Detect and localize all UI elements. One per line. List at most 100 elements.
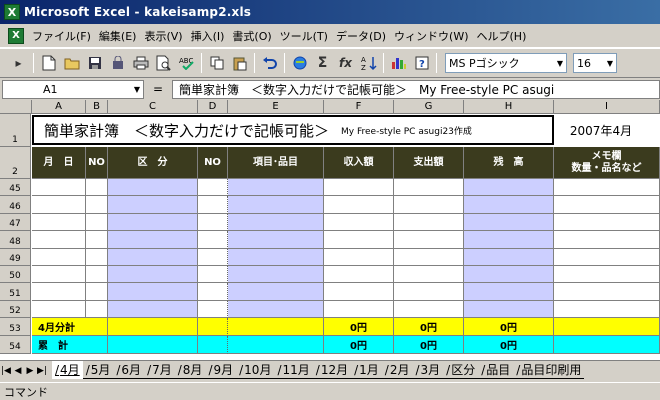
row-header[interactable]: 52 (0, 300, 31, 319)
name-box[interactable]: A1 ▼ (2, 79, 144, 99)
cumulative-balance[interactable]: 0円 (464, 336, 554, 354)
data-cell[interactable] (198, 179, 228, 197)
data-cell[interactable] (394, 231, 464, 249)
data-cell[interactable] (32, 265, 86, 284)
row-header[interactable]: 1 (0, 114, 31, 147)
row-header[interactable]: 45 (0, 179, 31, 197)
data-cell[interactable] (108, 231, 198, 249)
data-cell[interactable] (228, 179, 324, 197)
row-header[interactable]: 47 (0, 213, 31, 232)
header-no[interactable]: NO (86, 147, 108, 179)
data-cell[interactable] (108, 179, 198, 197)
data-cell[interactable] (464, 248, 554, 266)
column-header[interactable]: C (108, 100, 198, 114)
cumulative-income[interactable]: 0円 (324, 336, 394, 354)
data-cell[interactable] (32, 283, 86, 301)
data-cell[interactable] (108, 300, 198, 319)
cumulative-expense[interactable]: 0円 (394, 336, 464, 354)
data-cell[interactable] (198, 283, 228, 301)
month-total-cell[interactable] (108, 318, 198, 336)
run-macro-icon[interactable]: ▸ (8, 53, 29, 74)
sheet-title-cell[interactable]: 簡単家計簿 ＜数字入力だけで記帳可能＞ My Free-style PC asu… (32, 115, 554, 145)
month-total-memo[interactable] (554, 318, 660, 336)
column-header[interactable]: G (394, 100, 464, 114)
sheet-tab[interactable]: 11月 (274, 361, 313, 379)
data-cell[interactable] (32, 213, 86, 232)
sheet-tab[interactable]: 品目印刷用 (513, 361, 585, 379)
data-cell[interactable] (32, 300, 86, 319)
data-cell[interactable] (228, 300, 324, 319)
data-cell[interactable] (86, 248, 108, 266)
column-header[interactable]: D (198, 100, 228, 114)
sheet-tab[interactable]: 3月 (412, 361, 444, 379)
font-size-select[interactable]: 16 ▼ (573, 53, 617, 73)
row-header[interactable]: 48 (0, 231, 31, 249)
sort-icon[interactable]: AZ (358, 53, 379, 74)
data-cell[interactable] (464, 213, 554, 232)
menu-file[interactable]: ファイル(F) (28, 28, 95, 44)
data-cell[interactable] (554, 179, 660, 197)
data-cell[interactable] (198, 231, 228, 249)
row-header[interactable]: 51 (0, 283, 31, 301)
column-header[interactable]: E (228, 100, 324, 114)
select-all-corner[interactable] (0, 100, 32, 114)
new-icon[interactable] (38, 53, 59, 74)
data-cell[interactable] (394, 179, 464, 197)
hyperlink-icon[interactable] (289, 53, 310, 74)
column-header[interactable]: H (464, 100, 554, 114)
data-cell[interactable] (554, 283, 660, 301)
sheet-tab[interactable]: 12月 (312, 361, 352, 379)
data-cell[interactable] (198, 248, 228, 266)
menu-insert[interactable]: 挿入(I) (187, 28, 229, 44)
data-cell[interactable] (394, 196, 464, 214)
sheet-date[interactable]: 2007年4月 (556, 115, 646, 145)
header-category[interactable]: 区 分 (108, 147, 198, 179)
month-total-income[interactable]: 0円 (324, 318, 394, 336)
worksheet-grid[interactable]: A B C D E F G H I 1 簡単家計簿 ＜数字入力だけで記帳可能＞ … (0, 100, 660, 360)
header-balance[interactable]: 残 高 (464, 147, 554, 179)
font-name-select[interactable]: MS Pゴシック ▼ (445, 53, 567, 73)
data-cell[interactable] (394, 300, 464, 319)
column-header[interactable]: A (32, 100, 86, 114)
data-cell[interactable] (554, 213, 660, 232)
data-cell[interactable] (228, 248, 324, 266)
data-cell[interactable] (228, 283, 324, 301)
menu-format[interactable]: 書式(O) (228, 28, 275, 44)
data-cell[interactable] (324, 283, 394, 301)
chevron-down-icon[interactable]: ▼ (607, 59, 613, 68)
month-total-label[interactable]: 4月分計 (32, 318, 108, 336)
data-cell[interactable] (228, 213, 324, 232)
data-cell[interactable] (394, 213, 464, 232)
function-icon[interactable]: fx (335, 53, 356, 74)
chevron-down-icon[interactable]: ▼ (557, 59, 563, 68)
autosum-icon[interactable]: Σ (312, 53, 333, 74)
copy-icon[interactable] (206, 53, 227, 74)
save-icon[interactable] (84, 53, 105, 74)
header-no[interactable]: NO (198, 147, 228, 179)
data-cell[interactable] (228, 231, 324, 249)
header-memo[interactable]: メモ欄 数量・品名など (554, 147, 660, 179)
row-header[interactable]: 50 (0, 265, 31, 284)
permission-icon[interactable] (107, 53, 128, 74)
data-cell[interactable] (554, 196, 660, 214)
data-cell[interactable] (198, 196, 228, 214)
row-header[interactable]: 2 (0, 147, 31, 179)
first-sheet-icon[interactable]: |◀ (0, 363, 12, 379)
sheet-tab[interactable]: 9月 (205, 361, 237, 379)
month-total-balance[interactable]: 0円 (464, 318, 554, 336)
sheet-tab[interactable]: 区分 (443, 361, 479, 379)
data-cell[interactable] (108, 248, 198, 266)
row-header[interactable]: 46 (0, 196, 31, 214)
sheet-tab[interactable]: 5月 (82, 361, 114, 379)
excel-icon[interactable]: X (4, 4, 20, 20)
data-cell[interactable] (554, 231, 660, 249)
data-cell[interactable] (554, 265, 660, 284)
row-header[interactable]: 54 (0, 336, 31, 354)
data-cell[interactable] (324, 300, 394, 319)
data-cell[interactable] (228, 196, 324, 214)
cumulative-cell[interactable] (228, 336, 324, 354)
data-cell[interactable] (394, 283, 464, 301)
cumulative-memo[interactable] (554, 336, 660, 354)
row-header[interactable]: 49 (0, 248, 31, 266)
sheet-tab[interactable]: 7月 (144, 361, 175, 379)
